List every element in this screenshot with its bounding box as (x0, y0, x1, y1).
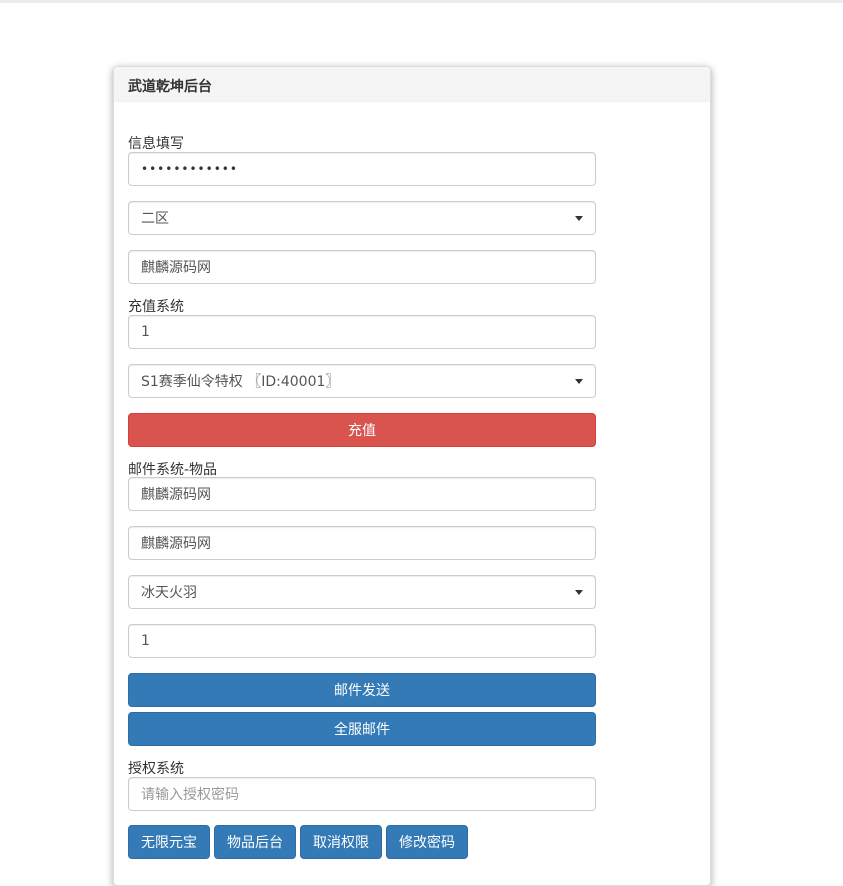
mail-title-input[interactable]: 麒麟源码网 (128, 526, 596, 560)
auth-password-input[interactable]: 请输入授权密码 (128, 777, 596, 811)
admin-panel: 武道乾坤后台 信息填写 •••••••••••• 二区 麒麟源码网 充值系统 1… (113, 66, 711, 886)
package-select[interactable]: S1赛季仙令特权 〖ID:40001〗 (128, 364, 596, 398)
item-select[interactable]: 冰天火羽 (128, 575, 596, 609)
role-name-value: 麒麟源码网 (141, 260, 211, 276)
chevron-down-icon (575, 589, 583, 595)
send-mail-button[interactable]: 邮件发送 (128, 673, 596, 707)
password-field[interactable]: •••••••••••• (128, 152, 596, 186)
server-select-value: 二区 (141, 211, 169, 227)
recharge-amount-value: 1 (141, 324, 150, 340)
item-quantity-input[interactable]: 1 (128, 624, 596, 658)
mail-title-value: 麒麟源码网 (141, 536, 211, 552)
info-section-label: 信息填写 (128, 136, 184, 152)
mail-recipient-value: 麒麟源码网 (141, 487, 211, 503)
auth-button-row: 无限元宝 物品后台 取消权限 修改密码 (128, 825, 468, 859)
item-select-value: 冰天火羽 (141, 585, 197, 601)
auth-password-placeholder: 请输入授权密码 (141, 787, 239, 803)
panel-title: 武道乾坤后台 (114, 67, 710, 102)
global-mail-button[interactable]: 全服邮件 (128, 712, 596, 746)
recharge-section-label: 充值系统 (128, 299, 184, 315)
chevron-down-icon (575, 378, 583, 384)
item-backend-button[interactable]: 物品后台 (214, 825, 296, 859)
mail-section-label: 邮件系统-物品 (128, 462, 218, 478)
mail-recipient-input[interactable]: 麒麟源码网 (128, 477, 596, 511)
role-name-input[interactable]: 麒麟源码网 (128, 250, 596, 284)
revoke-permission-button[interactable]: 取消权限 (300, 825, 382, 859)
chevron-down-icon (575, 215, 583, 221)
item-quantity-value: 1 (141, 633, 150, 649)
server-select[interactable]: 二区 (128, 201, 596, 235)
change-password-button[interactable]: 修改密码 (386, 825, 468, 859)
package-select-value: S1赛季仙令特权 〖ID:40001〗 (141, 374, 340, 390)
recharge-button[interactable]: 充值 (128, 413, 596, 447)
auth-section-label: 授权系统 (128, 761, 184, 777)
top-border-line (0, 0, 843, 3)
recharge-amount-input[interactable]: 1 (128, 315, 596, 349)
unlimited-gold-button[interactable]: 无限元宝 (128, 825, 210, 859)
password-value: •••••••••••• (141, 162, 238, 176)
